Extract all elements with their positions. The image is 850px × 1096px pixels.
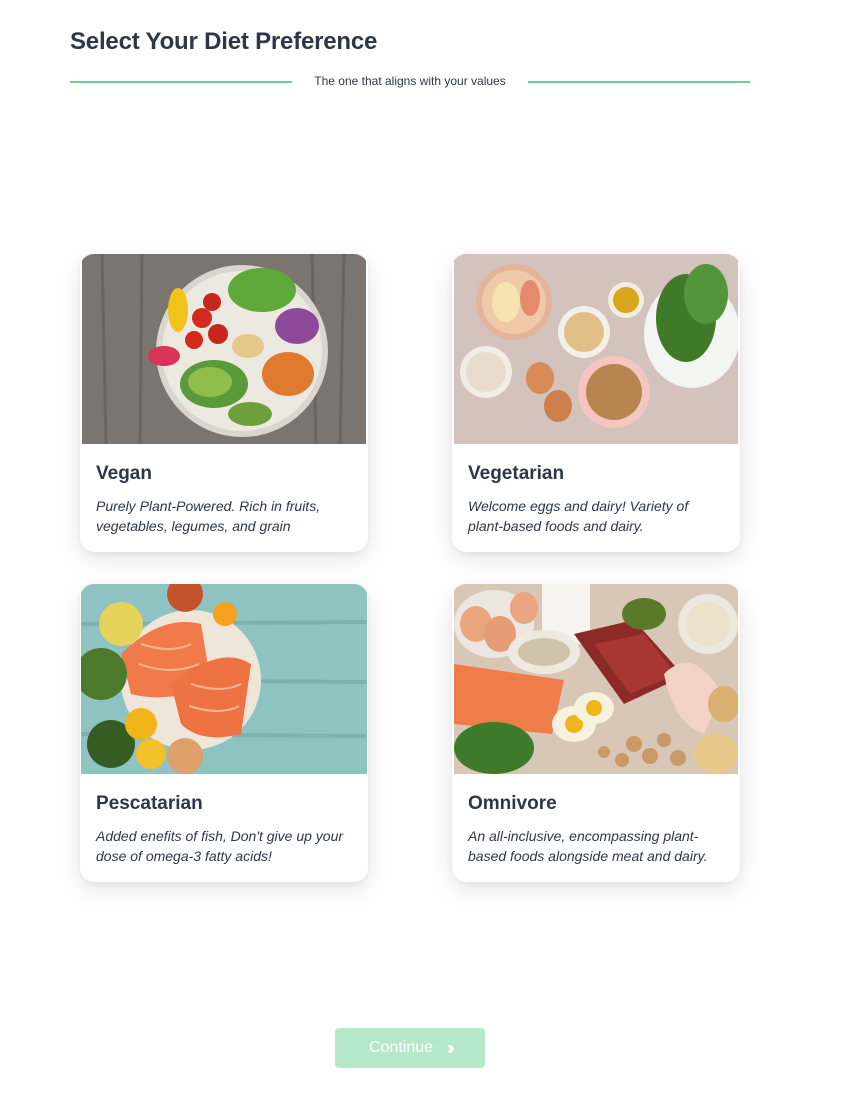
diet-card-vegetarian[interactable]: Vegetarian Welcome eggs and dairy! Varie… [452,254,740,552]
meat-eggs-nuts-image [454,584,738,774]
continue-button[interactable]: Continue ›› [335,1028,485,1068]
card-title: Vegetarian [468,463,565,484]
card-title: Omnivore [468,793,557,814]
divider-right [528,81,750,83]
page-title: Select Your Diet Preference [70,28,378,55]
vegan-bowl-image [82,254,366,444]
card-description: An all-inclusive, encompassing plant-bas… [468,828,708,864]
diet-card-vegan[interactable]: Vegan Purely Plant-Powered. Rich in frui… [80,254,368,552]
divider-left [70,81,292,83]
diet-card-pescatarian[interactable]: Pescatarian Added enefits of fish, Don't… [80,584,368,882]
card-title: Vegan [96,463,152,484]
diet-card-omnivore[interactable]: Omnivore An all-inclusive, encompassing … [452,584,740,882]
double-chevron-right-icon: ›› [447,1038,455,1058]
card-title: Pescatarian [96,793,203,814]
page-subtitle: The one that aligns with your values [314,74,506,88]
vegetarian-ingredients-image [454,254,738,444]
card-description: Purely Plant-Powered. Rich in fruits, ve… [96,498,321,534]
continue-button-label: Continue [368,1039,434,1056]
card-description: Welcome eggs and dairy! Variety of plant… [468,498,689,534]
card-description: Added enefits of fish, Don't give up you… [96,828,344,864]
salmon-fillet-image [81,584,367,774]
